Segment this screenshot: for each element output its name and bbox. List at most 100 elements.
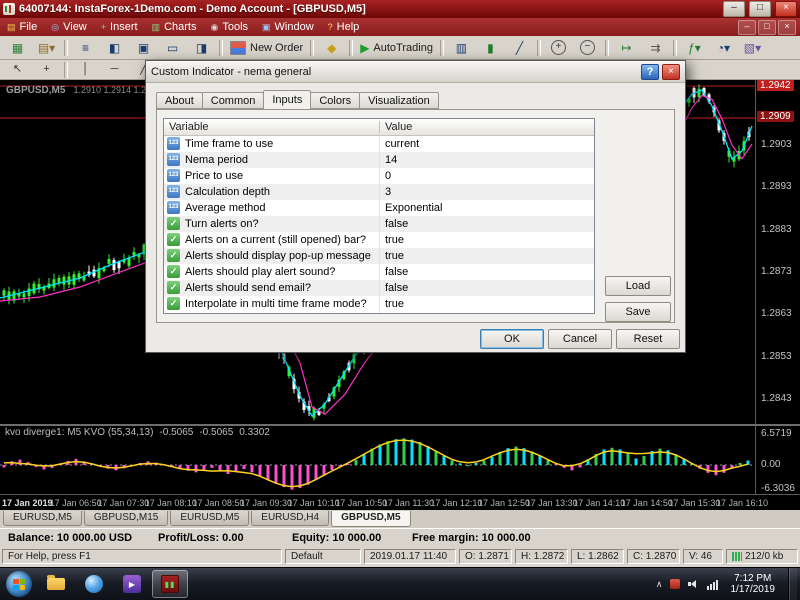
strategy-tester-button[interactable]: ◨ [187,37,216,59]
chart-restore-button[interactable]: □ [758,20,776,35]
templates-button[interactable]: ▧▾ [738,37,767,59]
param-value[interactable]: false [385,218,408,230]
navigator-button[interactable]: ▣ [129,37,158,59]
ok-button[interactable]: OK [480,329,544,349]
volume-icon[interactable] [687,578,700,590]
timeframes-button[interactable]: ◔▾ [709,37,738,59]
toolbar-separator [537,40,541,56]
param-value[interactable]: true [385,250,404,262]
menu-file[interactable]: ▤File [0,18,44,36]
save-button[interactable]: Save [605,302,671,322]
tab-visualization[interactable]: Visualization [359,92,439,109]
account-status-bar: Balance: 10 000.00 USD Profit/Loss: 0.00… [0,528,800,547]
file-explorer-icon[interactable] [38,570,74,598]
data-window-button[interactable]: ◧ [100,37,129,59]
menu-help[interactable]: ?Help [321,18,367,36]
network-icon[interactable] [707,578,718,590]
menu-label: Insert [110,21,138,33]
start-button[interactable] [6,571,32,597]
menu-view[interactable]: ◎View [44,18,94,36]
param-value[interactable]: current [385,138,419,150]
chart-tab-gbpusd-m15[interactable]: GBPUSD,M15 [84,511,168,526]
menu-tools[interactable]: ◉Tools [203,18,255,36]
crosshair-icon: + [43,64,49,75]
metaeditor-button[interactable]: ◆ [317,37,346,59]
media-player-icon[interactable]: ▶ [114,570,150,598]
candlestick-chart-button[interactable]: ▮ [476,37,505,59]
reset-button[interactable]: Reset [616,329,680,349]
file-explorer-icon-art [47,578,65,590]
title-bar: 64007144: InstaForex-1Demo.com - Demo Ac… [0,0,800,18]
load-button[interactable]: Load [605,276,671,296]
zoom-out-button[interactable]: − [573,37,602,59]
bar-close: C: 1.2870 [627,549,680,564]
auto-scroll-button[interactable]: ↦ [612,37,641,59]
autotrading-button[interactable]: ▶AutoTrading [356,37,437,59]
tray-expand-icon[interactable]: ∧ [656,579,663,590]
chart-tab-eurusd-m5[interactable]: EURUSD,M5 [3,511,82,526]
dialog-close-button[interactable]: × [662,64,680,80]
cancel-button[interactable]: Cancel [548,329,612,349]
view-menu-icon: ◎ [51,23,59,32]
chart-tab-gbpusd-m5[interactable]: GBPUSD,M5 [331,511,410,527]
market-watch-button[interactable]: ≡ [71,37,100,59]
param-value[interactable]: false [385,266,408,278]
column-variable[interactable]: Variable [169,121,209,133]
param-value[interactable]: Exponential [385,202,443,214]
param-value[interactable]: 3 [385,186,391,198]
terminal-button[interactable]: ▭ [158,37,187,59]
tab-colors[interactable]: Colors [310,92,360,109]
horizontal-line-button[interactable]: ─ [100,60,129,79]
chart-shift-button[interactable]: ⇉ [641,37,670,59]
param-value[interactable]: 0 [385,170,391,182]
cursor-button[interactable]: ↖ [3,60,32,79]
param-variable: Interpolate in multi time frame mode? [185,298,367,310]
window-menu-icon: ▣ [262,23,271,32]
param-value[interactable]: false [385,282,408,294]
show-desktop-button[interactable] [788,568,797,600]
bar-volume: V: 46 [683,549,723,564]
chart-close-button[interactable]: × [778,20,796,35]
param-value[interactable]: true [385,298,404,310]
menu-window[interactable]: ▣Window [255,18,321,36]
new-order-button[interactable]: New Order [226,37,307,59]
menu-insert[interactable]: + Insert [94,18,145,36]
param-variable: Alerts should play alert sound? [185,266,335,278]
inputs-tab-page: Variable Value 123Time frame to usecurre… [156,109,675,323]
dialog-help-button[interactable]: ? [641,64,659,80]
tab-inputs[interactable]: Inputs [263,90,311,109]
price-tick-label: 1.2843 [761,393,792,404]
dialog-title-bar[interactable]: Custom Indicator - nema general ? × [146,61,685,83]
column-value[interactable]: Value [385,121,412,133]
tab-about[interactable]: About [156,92,203,109]
bar-chart-button[interactable]: ▥ [447,37,476,59]
profiles-button[interactable]: ▤▾ [32,37,61,59]
crosshair-button[interactable]: + [32,60,61,79]
indicators-button[interactable]: ƒ▾ [680,37,709,59]
toolbar-separator [64,62,68,78]
taskbar-clock[interactable]: 7:12 PM 1/17/2019 [725,573,782,595]
tab-common[interactable]: Common [202,92,265,109]
new-chart-button[interactable]: ▦ [3,37,32,59]
new-chart-icon: ▦ [12,42,23,54]
minimize-button[interactable]: – [723,1,745,17]
tray-app-icon[interactable] [670,579,680,589]
param-value[interactable]: true [385,234,404,246]
zoom-in-button[interactable]: + [544,37,573,59]
profile-indicator[interactable]: Default [285,549,361,564]
close-button[interactable]: × [775,1,797,17]
bool-param-icon: ✓ [167,297,180,310]
param-value[interactable]: 14 [385,154,397,166]
chart-tab-eurusd-m5[interactable]: EURUSD,M5 [170,511,249,526]
chart-minimize-button[interactable]: – [738,20,756,35]
maximize-button[interactable]: □ [749,1,771,17]
menu-charts[interactable]: ▥Charts [145,18,204,36]
metatrader-icon[interactable]: ▮▮ [152,570,188,598]
insert-menu-icon: + [101,23,106,32]
vertical-line-button[interactable]: │ [71,60,100,79]
line-chart-button[interactable]: ╱ [505,37,534,59]
indicator-panel[interactable]: kvo diverge1: M5 KVO (55,34,13) -0.5065 … [0,426,755,494]
chart-tab-eurusd-h4[interactable]: EURUSD,H4 [251,511,329,526]
browser-icon[interactable] [76,570,112,598]
indicators-icon: ƒ▾ [688,42,701,54]
